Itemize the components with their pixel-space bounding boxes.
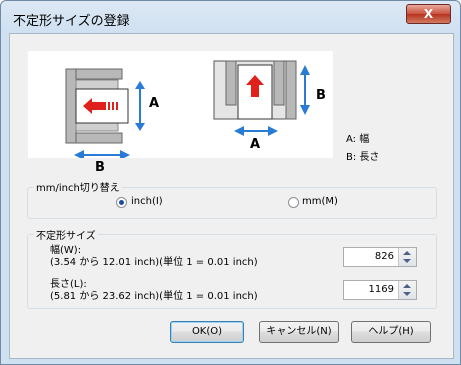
window-title: 不定形サイズの登録 — [13, 14, 130, 29]
dimension-label-a-portrait: A — [250, 137, 261, 152]
dimension-label-a: A — [149, 96, 160, 111]
paper-diagram-svg — [65, 60, 310, 160]
paper-size-illustration: A B B A — [28, 51, 333, 175]
close-icon: X — [423, 7, 434, 21]
dimension-label-b: B — [95, 160, 105, 175]
help-button[interactable]: ヘルプ(H) — [351, 321, 431, 343]
paper-tray-diagram-landscape — [65, 68, 145, 160]
legend-length: B: 長さ — [346, 152, 380, 163]
paper-tray-diagram-portrait — [213, 60, 310, 136]
length-spin-buttons[interactable] — [398, 281, 416, 299]
title-bar[interactable]: 不定形サイズの登録 X — [1, 1, 460, 33]
custom-size-group-label: 不定形サイズ — [34, 227, 98, 242]
ok-button[interactable]: OK(O) — [170, 321, 244, 343]
radio-inch-indicator[interactable] — [116, 197, 127, 208]
length-stepper[interactable]: 1169 — [343, 280, 417, 300]
length-value[interactable]: 1169 — [369, 284, 394, 295]
radio-mm-label[interactable]: mm(M) — [302, 196, 338, 207]
dialog-window: 不定形サイズの登録 X A B B A A: 幅 B: 長さ mm/inch切り… — [0, 0, 461, 365]
close-button[interactable]: X — [406, 4, 451, 24]
width-value[interactable]: 826 — [375, 251, 394, 262]
dialog-client-area: A B B A A: 幅 B: 長さ mm/inch切り替え inch(I) m… — [9, 33, 454, 359]
dimension-label-b-portrait: B — [316, 88, 326, 103]
radio-inch-label[interactable]: inch(I) — [131, 196, 163, 207]
cancel-button[interactable]: キャンセル(N) — [259, 321, 339, 343]
length-decrement-icon[interactable] — [403, 292, 411, 296]
width-spin-buttons[interactable] — [398, 248, 416, 266]
width-range-text: (3.54 から 12.01 inch)(単位 1 = 0.01 inch) — [50, 257, 258, 268]
width-decrement-icon[interactable] — [403, 259, 411, 263]
length-increment-icon[interactable] — [403, 284, 411, 288]
length-range-text: (5.81 から 23.62 inch)(単位 1 = 0.01 inch) — [50, 291, 258, 302]
radio-mm-indicator[interactable] — [288, 197, 299, 208]
width-stepper[interactable]: 826 — [343, 247, 417, 267]
units-group-label: mm/inch切り替え — [34, 179, 122, 194]
width-increment-icon[interactable] — [403, 251, 411, 255]
legend-width: A: 幅 — [346, 134, 370, 145]
